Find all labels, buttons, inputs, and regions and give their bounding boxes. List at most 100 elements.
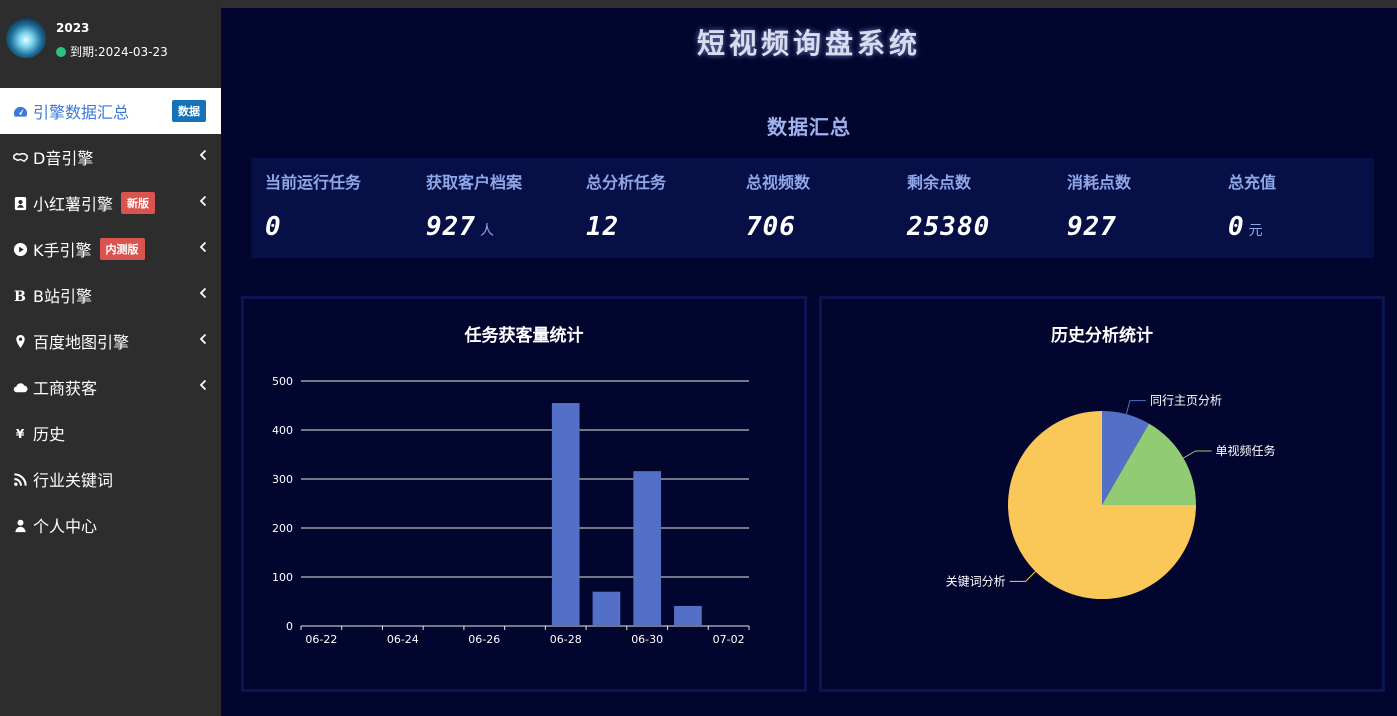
svg-text:B: B: [13, 289, 25, 303]
profile-year: 2023: [56, 21, 90, 35]
history-analysis-chart-panel: 历史分析统计 同行主页分析 单视频任务 关键词分析: [819, 296, 1385, 692]
stat-value-row: 706: [746, 212, 796, 242]
contact-card-icon: [11, 194, 29, 212]
stat-value: 0: [265, 212, 282, 242]
stat-label: 获取客户档案: [426, 173, 523, 192]
stat-value: 25380: [907, 212, 991, 242]
pie-slice-label: 单视频任务: [1216, 443, 1276, 458]
bar[interactable]: [633, 471, 662, 626]
pie-slice-label: 同行主页分析: [1150, 394, 1222, 408]
y-tick-label: 500: [272, 375, 293, 388]
play-circle-icon: [11, 240, 29, 258]
sidebar-menu: 引擎数据汇总 数据 D音引擎 小红薯引擎 新版 K手引擎 内测版 B B站引擎 百度地图引擎 工商获…: [0, 88, 221, 548]
bar-chart: 0 100 200 300 400 500 06-22 06-24 06-26 06-28 06-3…: [272, 375, 750, 646]
sidebar-item-4[interactable]: B B站引擎: [0, 272, 221, 318]
sidebar-item-label: 工商获客: [33, 379, 98, 398]
yen-icon: ¥: [11, 424, 29, 442]
stat-label: 剩余点数: [907, 173, 972, 192]
sidebar: 2023 到期:2024-03-23 引擎数据汇总 数据 D音引擎 小红薯引擎 新版 K手…: [0, 0, 221, 716]
sidebar-item-label: B站引擎: [33, 287, 92, 306]
sidebar-item-0[interactable]: 引擎数据汇总 数据: [0, 88, 221, 134]
x-tick-label: 06-30: [631, 633, 663, 646]
stat-value-row: 0元: [1228, 212, 1263, 242]
stat-value-row: 927: [1067, 212, 1117, 242]
stat-label: 总充值: [1228, 173, 1277, 192]
chevron-left-icon: [199, 379, 207, 391]
stat-unit: 元: [1248, 223, 1263, 239]
y-tick-label: 0: [286, 620, 293, 633]
sidebar-item-label: 历史: [33, 425, 66, 444]
stat-label: 总视频数: [746, 173, 811, 192]
stat-label: 当前运行任务: [265, 173, 362, 192]
sidebar-item-2[interactable]: 小红薯引擎 新版: [0, 180, 221, 226]
page-title: 短视频询盘系统: [696, 27, 921, 60]
x-tick-label: 07-02: [713, 633, 745, 646]
stat-label: 总分析任务: [586, 173, 667, 192]
dashboard-icon: [11, 102, 29, 120]
pie-leader-line: [1183, 450, 1212, 459]
stat-value: 0: [1228, 212, 1245, 242]
chevron-left-icon: [199, 287, 207, 299]
map-marker-icon: [11, 332, 29, 350]
expiry-date: 到期:2024-03-23: [70, 45, 168, 59]
cloud-icon: [11, 378, 29, 396]
sidebar-item-badge: 新版: [121, 192, 156, 214]
pie-leader-line: [1009, 571, 1036, 582]
main-content: 短视频询盘系统 数据汇总 当前运行任务 0 获取客户档案 927 人总分析任务 12 总视频…: [221, 8, 1397, 716]
sidebar-item-label: 引擎数据汇总: [33, 103, 130, 122]
stat-value-row: 12: [586, 212, 619, 242]
bar[interactable]: [674, 605, 702, 626]
status-dot-icon: [56, 46, 66, 57]
bold-b-icon: B: [11, 286, 29, 304]
avatar[interactable]: [6, 18, 46, 58]
chevron-left-icon: [199, 195, 207, 207]
sidebar-item-label: 行业关键词: [33, 471, 114, 490]
summary-title: 数据汇总: [767, 115, 851, 139]
sidebar-item-label: 个人中心: [33, 517, 98, 536]
task-customer-chart-panel: 任务获客量统计 0 100 200 300 400 500 06-22 06-24 06-26 0…: [241, 296, 807, 692]
stats-bar: 当前运行任务 0 获取客户档案 927 人总分析任务 12 总视频数 706 剩余点数 25380…: [251, 158, 1374, 258]
chevron-left-icon: [199, 333, 207, 345]
stat-unit: 人: [479, 223, 494, 239]
sidebar-item-7[interactable]: ¥ 历史: [0, 410, 221, 456]
chevron-left-icon: [199, 149, 207, 161]
y-tick-label: 200: [272, 522, 293, 535]
stat-value-row: 927 人: [426, 212, 494, 242]
stat-value-row: 25380: [907, 212, 990, 242]
pie-slice-label: 关键词分析: [946, 574, 1006, 588]
stat-value: 927: [1067, 212, 1117, 242]
sidebar-item-badge: 内测版: [99, 238, 145, 260]
sidebar-item-label: 百度地图引擎: [33, 333, 130, 352]
pie-chart: 同行主页分析单视频任务关键词分析: [946, 394, 1276, 599]
sidebar-item-label: K手引擎: [33, 241, 92, 260]
bar[interactable]: [592, 591, 621, 626]
expiry-status: 到期:2024-03-23: [56, 43, 168, 60]
stat-value: 12: [586, 212, 620, 242]
user-profile: 2023 到期:2024-03-23: [0, 0, 221, 86]
sidebar-item-label: D音引擎: [33, 149, 94, 168]
sidebar-item-5[interactable]: 百度地图引擎: [0, 318, 221, 364]
sidebar-item-badge: 数据: [172, 100, 206, 122]
sidebar-item-6[interactable]: 工商获客: [0, 364, 221, 410]
sidebar-item-3[interactable]: K手引擎 内测版: [0, 226, 221, 272]
sidebar-item-8[interactable]: 行业关键词: [0, 456, 221, 502]
x-tick-label: 06-24: [387, 633, 419, 646]
sidebar-item-9[interactable]: 个人中心: [0, 502, 221, 548]
handshake-icon: [11, 148, 29, 166]
stat-value: 927: [426, 212, 476, 242]
pie-leader-line: [1125, 400, 1146, 415]
user-icon: [11, 516, 29, 534]
sidebar-item-1[interactable]: D音引擎: [0, 134, 221, 180]
x-tick-label: 06-22: [305, 633, 337, 646]
rss-icon: [11, 470, 29, 488]
y-tick-label: 300: [272, 473, 293, 486]
stat-label: 消耗点数: [1067, 173, 1132, 192]
stat-value: 706: [746, 212, 796, 242]
x-tick-label: 06-28: [550, 633, 582, 646]
stat-value-row: 0: [265, 212, 282, 242]
y-tick-label: 100: [272, 571, 293, 584]
y-tick-label: 400: [272, 424, 293, 437]
chevron-left-icon: [199, 241, 207, 253]
x-tick-label: 06-26: [468, 633, 500, 646]
bar[interactable]: [551, 403, 580, 626]
